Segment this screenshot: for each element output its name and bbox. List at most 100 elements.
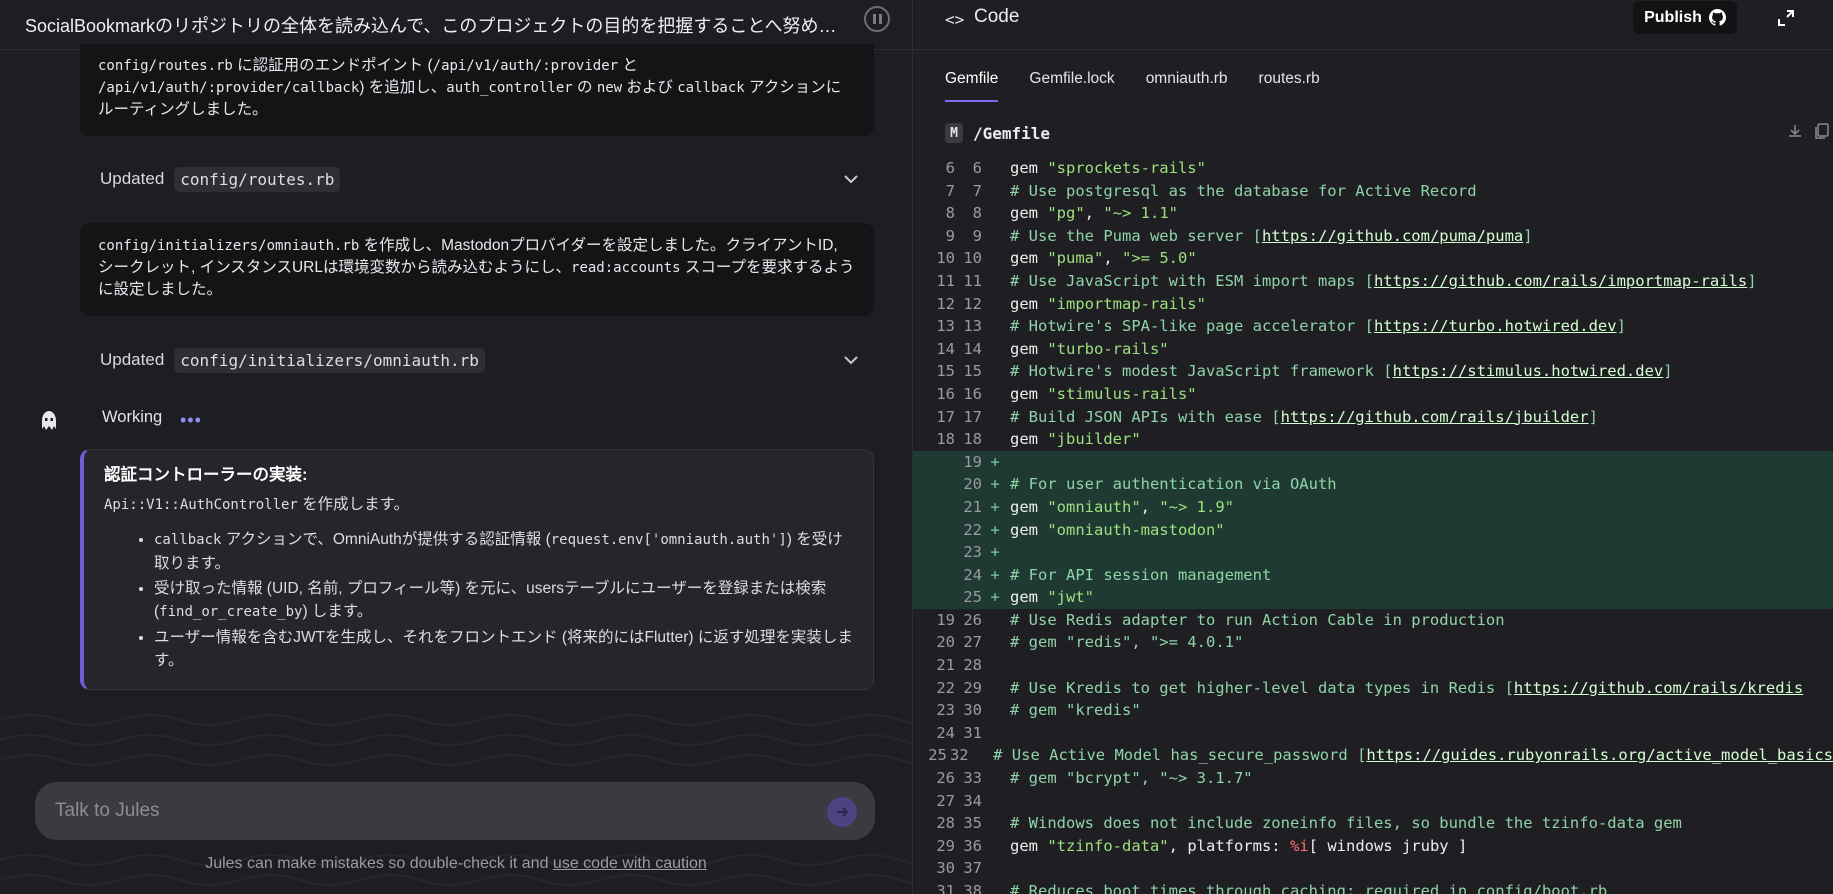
new-line-number: 18: [963, 430, 982, 449]
code-line: 8 8 gem "pg", "~> 1.1": [913, 202, 1833, 225]
updated-label: Updated: [100, 169, 165, 188]
chevron-down-icon[interactable]: [842, 170, 860, 188]
new-line-number: 26: [963, 610, 982, 629]
code-line: 6 6 gem "sprockets-rails": [913, 157, 1833, 180]
old-line-number: 8: [945, 204, 955, 223]
code-token: # Hotwire's modest JavaScript framework …: [1010, 362, 1393, 381]
publish-label: Publish: [1644, 8, 1702, 26]
pause-button[interactable]: [864, 6, 890, 32]
new-line-number: 19: [963, 452, 982, 471]
old-line-number: 26: [936, 769, 955, 788]
code-text: gem "turbo-rails": [1010, 338, 1169, 361]
diff-marker: +: [990, 475, 1000, 494]
new-line-number: 17: [963, 407, 982, 426]
old-line-number: 19: [936, 610, 955, 629]
task-title: SocialBookmarkのリポジトリの全体を読み込んで、このプロジェクトの目…: [25, 15, 847, 36]
code-line: 22 29 # Use Kredis to get higher-level dat…: [913, 677, 1833, 700]
code-line: 18 18 gem "jbuilder": [913, 428, 1833, 451]
chat-input[interactable]: [55, 800, 795, 822]
chat-header: SocialBookmarkのリポジトリの全体を読み込んで、このプロジェクトの目…: [0, 0, 912, 50]
code-token: "puma": [1047, 249, 1104, 268]
diff-marker: [986, 767, 1004, 790]
old-line-number: 18: [936, 430, 955, 449]
expand-icon[interactable]: [1776, 8, 1796, 28]
diff-marker: +: [990, 588, 1000, 607]
new-line-number: 10: [963, 249, 982, 268]
chat-input-box[interactable]: [35, 782, 875, 840]
publish-button[interactable]: Publish: [1633, 1, 1737, 34]
disclaimer: Jules can make mistakes so double-check …: [0, 855, 912, 873]
code-line: 27 34: [913, 790, 1833, 813]
send-button[interactable]: [827, 797, 857, 827]
updated-label: Updated: [100, 350, 165, 369]
code-token: "stimulus-rails": [1047, 384, 1197, 403]
new-line-number: 36: [963, 836, 982, 855]
plan-step-text: を作成します。: [297, 496, 410, 513]
code-line-added: 22 + gem "omniauth-mastodon": [913, 518, 1833, 542]
code-viewer[interactable]: 6 6 gem "sprockets-rails" 7 7 # Use postgresq…: [913, 157, 1833, 894]
inline-code: config/initializers/omniauth.rb: [98, 238, 360, 254]
download-icon[interactable]: [1787, 123, 1803, 139]
disclaimer-text: Jules can make mistakes so double-check …: [205, 855, 553, 872]
message-text: と: [618, 57, 638, 74]
old-line-number: 22: [936, 678, 955, 697]
updated-file-row[interactable]: Updated config/initializers/omniauth.rb: [100, 345, 860, 375]
plan-step-description: Api::V1::AuthController を作成します。: [104, 492, 853, 514]
code-token: gem: [1010, 249, 1048, 268]
code-token: gem: [1010, 520, 1048, 539]
more-options-icon[interactable]: •••: [180, 410, 202, 431]
old-line-number: 10: [936, 249, 955, 268]
code-token: # Reduces boot times through caching; re…: [1010, 882, 1608, 894]
code-line: 12 12 gem "importmap-rails": [913, 293, 1833, 316]
code-text: # Reduces boot times through caching; re…: [1010, 880, 1607, 894]
code-line: 9 9 # Use the Puma web server [https://git…: [913, 225, 1833, 248]
new-line-number: 30: [963, 701, 982, 720]
code-line: 26 33 # gem "bcrypt", "~> 3.1.7": [913, 767, 1833, 790]
use-code-with-caution-link[interactable]: use code with caution: [553, 855, 707, 872]
tab-omniauth-rb[interactable]: omniauth.rb: [1146, 68, 1228, 102]
code-token: "jwt": [1047, 588, 1094, 607]
code-token: "pg": [1047, 204, 1085, 223]
code-text: # For API session management: [1010, 564, 1271, 587]
code-text: # Use the Puma web server [https://githu…: [1010, 225, 1533, 248]
diff-marker: [986, 677, 1004, 700]
tab-gemfile-lock[interactable]: Gemfile.lock: [1029, 68, 1114, 102]
code-token: ]: [1616, 317, 1626, 336]
code-text: gem "stimulus-rails": [1010, 383, 1197, 406]
code-link[interactable]: https://github.com/rails/kredis: [1514, 679, 1803, 697]
code-text: gem "tzinfo-data", platforms: %i[ window…: [1010, 835, 1467, 858]
modified-badge: M: [945, 123, 963, 143]
old-line-number: 31: [936, 882, 955, 894]
updated-file-chip: config/initializers/omniauth.rb: [174, 347, 485, 373]
code-link[interactable]: https://github.com/rails/importmap-rails: [1374, 272, 1747, 290]
code-text: gem "puma", ">= 5.0": [1010, 247, 1197, 270]
plan-step-list: callback アクションで、OmniAuthが提供する認証情報 (reque…: [104, 528, 853, 672]
code-pane: <> Code Publish Gemfile Gemfile.lock omn…: [913, 0, 1833, 894]
tab-gemfile[interactable]: Gemfile: [945, 68, 999, 102]
code-token: ">= 5.0": [1122, 249, 1197, 268]
code-text: # gem "redis", ">= 4.0.1": [1010, 631, 1243, 654]
inline-code: request.env['omniauth.auth']: [550, 532, 787, 548]
new-line-number: 23: [963, 543, 982, 562]
tab-routes-rb[interactable]: routes.rb: [1259, 68, 1320, 102]
code-text: gem "importmap-rails": [1010, 293, 1206, 316]
code-token: gem: [1010, 497, 1048, 516]
code-link[interactable]: https://stimulus.hotwired.dev: [1393, 362, 1664, 380]
old-line-number: [913, 564, 955, 587]
copy-icon[interactable]: [1813, 122, 1831, 140]
code-line: 25 32 # Use Active Model has_secure_passwo…: [913, 744, 1833, 767]
chevron-down-icon[interactable]: [842, 351, 860, 369]
code-token: "~> 1.1": [1103, 204, 1178, 223]
new-line-number: 24: [963, 565, 982, 584]
updated-file-row[interactable]: Updated config/routes.rb: [100, 164, 860, 194]
new-line-number: 16: [963, 384, 982, 403]
code-link[interactable]: https://github.com/rails/jbuilder: [1281, 408, 1589, 426]
old-line-number: 29: [936, 836, 955, 855]
code-link[interactable]: https://guides.rubyonrails.org/active_mo…: [1366, 746, 1833, 764]
code-link[interactable]: https://github.com/puma/puma: [1262, 227, 1523, 245]
code-line-added: 23 +: [913, 541, 1833, 564]
new-line-number: 33: [963, 769, 982, 788]
new-line-number: 15: [963, 362, 982, 381]
code-link[interactable]: https://turbo.hotwired.dev: [1374, 317, 1617, 335]
diff-marker: [986, 315, 1004, 338]
